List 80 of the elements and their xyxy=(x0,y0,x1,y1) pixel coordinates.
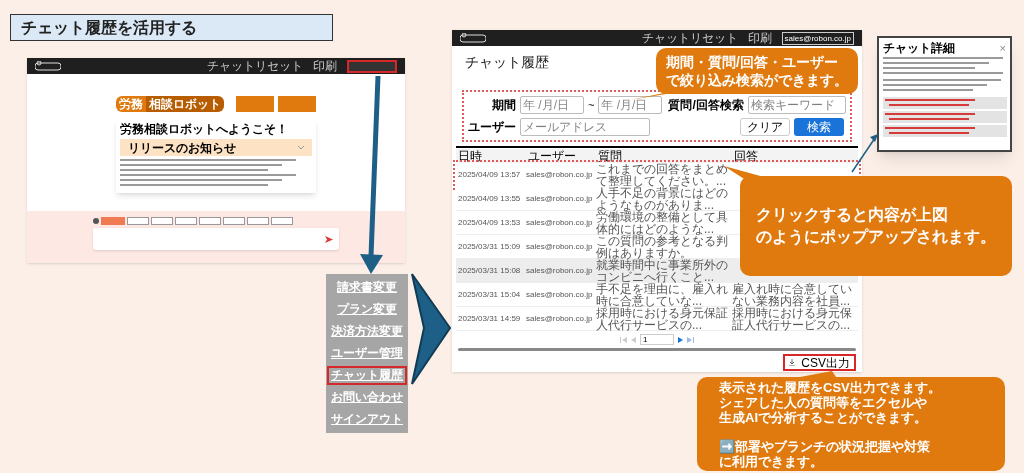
table-cell-text: 2025/04/09 13:55 xyxy=(457,195,522,203)
category-chip[interactable] xyxy=(175,217,197,225)
logo-icon xyxy=(35,61,61,71)
first-page-icon xyxy=(620,336,627,343)
category-chip[interactable] xyxy=(199,217,221,225)
table-cell-text: これまでの回答をまとめて整理してください。... xyxy=(596,163,729,187)
callout-text: 生成AIで分析することができます。 xyxy=(719,409,928,425)
callout-text: に利用できます。 xyxy=(719,453,824,469)
field-label: ユーザー xyxy=(468,119,516,136)
table-cell-text: sales@robon.co.jp xyxy=(526,171,594,179)
table-cell-text: 2025/03/31 14:59 xyxy=(457,315,522,323)
table-cell-text: 2025/04/09 13:57 xyxy=(457,171,522,179)
table-cell-text: sales@robon.co.jp xyxy=(526,315,594,323)
last-page-icon xyxy=(687,336,694,343)
connector-arrow xyxy=(850,132,880,174)
table-cell-text: 手不足を理由に、雇入れ時に合意していな... xyxy=(596,283,729,307)
callout-text: 期間・質問/回答・ユーザー xyxy=(666,53,839,71)
table-cell-text: sales@robon.co.jp xyxy=(526,291,594,299)
search-button[interactable]: 検索 xyxy=(794,118,844,136)
close-button[interactable]: × xyxy=(999,42,1006,54)
table-cell-text: 2025/03/31 15:08 xyxy=(457,267,522,275)
callout-text: シェアした人の質問等をエクセルや xyxy=(719,394,927,410)
message-input[interactable] xyxy=(93,228,339,250)
next-icon xyxy=(678,336,683,343)
category-chip[interactable] xyxy=(223,217,245,225)
field-label: 期間 xyxy=(491,97,516,114)
table-cell-text: この質問の参考となる判例はありますか。 xyxy=(596,235,729,259)
column-header: 日時 xyxy=(457,150,483,162)
help-icon xyxy=(93,218,99,224)
notice-title: リリースのお知らせ xyxy=(128,141,236,154)
column-header: 回答 xyxy=(733,150,759,162)
field-label: 質問/回答検索 xyxy=(668,97,744,114)
table-cell-text: sales@robon.co.jp xyxy=(526,219,594,227)
table-cell-text: 2025/04/09 13:53 xyxy=(457,219,522,227)
table-cell-text: 人手不足の背景にはどのようなものがありま... xyxy=(596,187,729,211)
range-separator: ~ xyxy=(588,97,595,113)
table-cell-text: sales@robon.co.jp xyxy=(526,243,594,251)
notice-bar[interactable]: リリースのお知らせ xyxy=(120,139,312,156)
account-button[interactable]: sales@robon.co.jp xyxy=(781,31,854,45)
clear-button[interactable]: クリア xyxy=(740,118,790,136)
category-chip[interactable] xyxy=(151,217,173,225)
header-link[interactable]: チャットリセット xyxy=(207,60,303,72)
callout-text: 表示された履歴をCSV出力できます。 xyxy=(719,379,941,395)
table-cell-text: 採用時における身元保証人代行サービスの... xyxy=(596,307,729,331)
table-cell-text: sales@robon.co.jp xyxy=(526,267,594,275)
logo-text: 相談ロボット xyxy=(146,96,224,112)
category-chip[interactable] xyxy=(247,217,269,225)
header-link[interactable]: 印刷 xyxy=(747,32,772,44)
table-cell-text: 2025/03/31 15:09 xyxy=(457,243,522,251)
table-cell-text: 就業時間中に事業所外のコンビニへ行くこと... xyxy=(596,259,729,283)
date-field[interactable]: 年 /月/日 xyxy=(598,96,663,114)
slide-title: チェット履歴を活用する xyxy=(10,14,333,41)
date-field[interactable]: 年 /月/日 xyxy=(520,96,584,114)
table-cell-text: sales@robon.co.jp xyxy=(526,195,594,203)
category-chip[interactable] xyxy=(127,217,149,225)
popup-title: チャット詳細 xyxy=(883,42,955,54)
keyword-field[interactable]: 検索キーワード xyxy=(747,96,846,114)
header-link[interactable]: チャットリセット xyxy=(641,32,738,44)
table-cell-text: 採用時における身元保証人代行サービスの... xyxy=(732,307,853,331)
header-link[interactable]: 印刷 xyxy=(313,60,337,72)
logo-icon xyxy=(460,33,486,43)
column-header: ユーザー xyxy=(527,150,577,162)
send-icon xyxy=(325,235,333,243)
page-title: チャット履歴 xyxy=(465,54,549,70)
csv-button[interactable]: CSV出力 xyxy=(783,354,856,371)
previous-icon xyxy=(631,336,636,343)
welcome-heading: 労務相談ロボットへようこそ！ xyxy=(120,122,289,136)
table-cell-text: 2025/03/31 15:04 xyxy=(457,291,522,299)
account-button[interactable] xyxy=(347,59,397,73)
scrollbar[interactable] xyxy=(458,348,856,351)
logo-text: 労務 xyxy=(116,96,146,112)
page-select[interactable]: 1 xyxy=(640,334,674,345)
callout-text: で絞り込み検索ができます。 xyxy=(666,71,848,89)
table-cell-text: 労働環境の整備として具体的にはどのような... xyxy=(596,211,729,235)
table-cell-text: 雇入れ時に合意していない業務内容を社員... xyxy=(732,283,853,307)
email-field[interactable]: メールアドレス xyxy=(520,118,650,136)
callout-text: ➡部署やブランチの状況把握や対策 xyxy=(719,438,930,454)
category-chip[interactable] xyxy=(271,217,293,225)
chevron-icon xyxy=(298,145,304,150)
download-icon xyxy=(789,359,796,366)
